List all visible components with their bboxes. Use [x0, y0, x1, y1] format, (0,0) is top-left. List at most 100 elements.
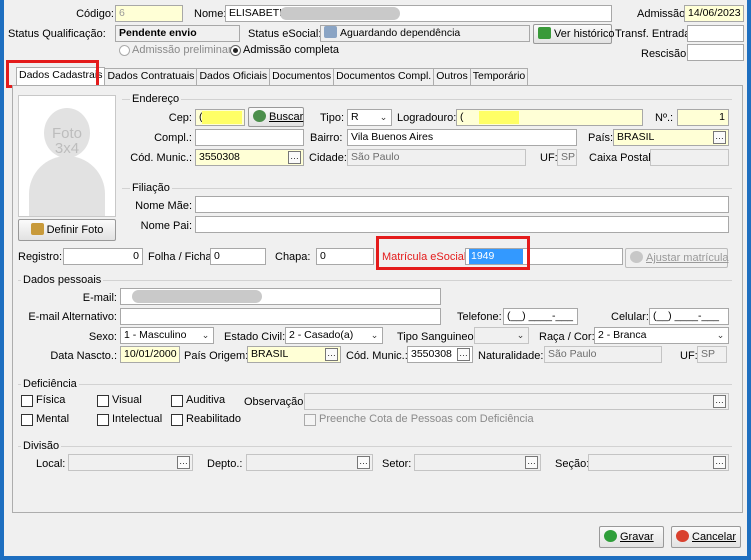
cep-field[interactable]: ( — [195, 109, 245, 126]
status-esocial-value: Aguardando dependência — [340, 27, 461, 39]
ajustar-matricula-button[interactable]: Ajustar matrícula — [625, 248, 729, 268]
deficiencia-title: Deficiência — [21, 377, 79, 391]
gravar-button[interactable]: Gravar — [599, 526, 664, 548]
celular-label: Celular: — [611, 311, 649, 323]
pais-origem-field[interactable]: BRASIL… — [247, 346, 341, 363]
chevron-down-icon: ⌄ — [379, 112, 388, 122]
definir-foto-button[interactable]: Definir Foto — [18, 219, 116, 241]
depto-label: Depto.: — [207, 458, 243, 470]
tab-dados-contratuais[interactable]: Dados Contratuais — [104, 68, 198, 85]
buscar-button[interactable]: Buscar — [248, 107, 304, 127]
ajustar-label: Ajustar matrícula — [646, 252, 729, 264]
ellipsis-icon[interactable]: … — [288, 151, 301, 164]
pais-field[interactable]: BRASIL… — [613, 129, 729, 146]
photo-text-1: Foto — [51, 125, 82, 142]
admissao-completa-radio[interactable] — [230, 45, 241, 56]
tab-dados-oficiais[interactable]: Dados Oficiais — [196, 68, 271, 85]
codigo-field[interactable]: 6 — [115, 5, 183, 22]
cod-munic-value: 3550308 — [199, 151, 240, 163]
naturalidade-label: Naturalidade: — [478, 350, 544, 362]
ellipsis-icon[interactable]: … — [325, 348, 338, 361]
setor-field[interactable]: … — [414, 454, 541, 471]
ellipsis-icon[interactable]: … — [177, 456, 190, 469]
tipo-sanguineo-select[interactable]: ⌄ — [474, 327, 529, 344]
email-alt-field[interactable] — [120, 308, 441, 325]
rescisao-field[interactable] — [687, 44, 744, 61]
fisica-label: Física — [36, 394, 66, 406]
celular-field[interactable]: (__) ____-___ — [649, 308, 729, 325]
email-label: E-mail: — [82, 292, 117, 304]
nome-mae-field[interactable] — [195, 196, 729, 213]
caixa-postal-field — [650, 149, 729, 166]
reabilitado-checkbox[interactable] — [171, 414, 183, 426]
cancelar-button[interactable]: Cancelar — [671, 526, 741, 548]
cod-munic-field[interactable]: 3550308 … — [195, 149, 304, 166]
depto-field[interactable]: … — [246, 454, 373, 471]
photo-placeholder-body — [29, 156, 105, 216]
rescisao-label: Rescisão: — [641, 48, 690, 60]
intelectual-checkbox[interactable] — [97, 414, 109, 426]
mental-checkbox[interactable] — [21, 414, 33, 426]
refresh-icon — [630, 251, 643, 263]
ellipsis-icon[interactable]: … — [457, 348, 470, 361]
ellipsis-icon[interactable]: … — [713, 456, 726, 469]
logradouro-label: Logradouro: — [397, 112, 457, 124]
logradouro-field[interactable]: ( — [456, 109, 643, 126]
tipo-select[interactable]: R ⌄ — [347, 109, 392, 126]
admissao-label: Admissão: — [637, 8, 689, 20]
secao-field[interactable]: … — [588, 454, 729, 471]
cod-munic-pessoal-value: 3550308 — [411, 348, 452, 360]
gravar-label: Gravar — [620, 531, 654, 543]
cep-redacted — [202, 111, 242, 124]
definir-foto-label: Definir Foto — [46, 224, 104, 236]
redacted-name — [280, 7, 400, 20]
estado-civil-select[interactable]: 2 - Casado(a) ⌄ — [285, 327, 383, 344]
admissao-field[interactable]: 14/06/2023 — [684, 5, 744, 22]
uf-field: SP — [557, 149, 577, 166]
logradouro-redacted — [479, 111, 519, 124]
admissao-preliminar-radio[interactable] — [119, 45, 130, 56]
preenche-cota-label: Preenche Cota de Pessoas com Deficiência — [319, 413, 534, 425]
preenche-cota-checkbox[interactable] — [304, 414, 316, 426]
local-field[interactable]: … — [68, 454, 193, 471]
photo-text-2: 3x4 — [54, 140, 80, 157]
nome-pai-field[interactable] — [195, 216, 729, 233]
ellipsis-icon[interactable]: … — [713, 131, 726, 144]
secao-label: Seção: — [555, 458, 590, 470]
numero-label: Nº.: — [655, 112, 674, 124]
auditiva-checkbox[interactable] — [171, 395, 183, 407]
ellipsis-icon[interactable]: … — [525, 456, 538, 469]
transf-entrada-label: Transf. Entrada: — [615, 28, 694, 40]
cidade-field: São Paulo — [347, 149, 526, 166]
sexo-select[interactable]: 1 - Masculino ⌄ — [120, 327, 214, 344]
tipo-value: R — [351, 111, 359, 123]
ver-historico-button[interactable]: Ver histórico — [533, 24, 615, 44]
tab-temporario[interactable]: Temporário — [469, 68, 529, 85]
ellipsis-icon[interactable]: … — [357, 456, 370, 469]
chevron-down-icon: ⌄ — [201, 330, 210, 340]
naturalidade-field: São Paulo — [544, 346, 662, 363]
visual-checkbox[interactable] — [97, 395, 109, 407]
tab-documentos-compl[interactable]: Documentos Compl. — [333, 68, 435, 85]
photo-frame: Foto 3x4 — [18, 95, 116, 217]
raca-select[interactable]: 2 - Branca ⌄ — [594, 327, 729, 344]
telefone-label: Telefone: — [457, 311, 502, 323]
telefone-field[interactable]: (__) ____-___ — [503, 308, 578, 325]
tab-outros[interactable]: Outros — [433, 68, 471, 85]
registro-field[interactable]: 0 — [63, 248, 143, 265]
bairro-field[interactable]: Vila Buenos Aires — [347, 129, 577, 146]
visual-label: Visual — [112, 394, 142, 406]
transf-entrada-field[interactable] — [687, 25, 744, 42]
fisica-checkbox[interactable] — [21, 395, 33, 407]
ellipsis-icon[interactable]: … — [713, 395, 726, 408]
folha-field[interactable]: 0 — [210, 248, 266, 265]
caixa-postal-label: Caixa Postal: — [589, 152, 654, 164]
compl-field[interactable] — [195, 129, 304, 146]
nascto-field[interactable]: 10/01/2000 — [120, 346, 180, 363]
observacao-field[interactable]: … — [304, 393, 729, 410]
cep-label: Cep: — [168, 112, 192, 124]
chapa-field[interactable]: 0 — [316, 248, 374, 265]
tab-documentos[interactable]: Documentos — [269, 68, 335, 85]
numero-field[interactable]: 1 — [677, 109, 729, 126]
cod-munic-pessoal-field[interactable]: 3550308 … — [407, 346, 473, 363]
